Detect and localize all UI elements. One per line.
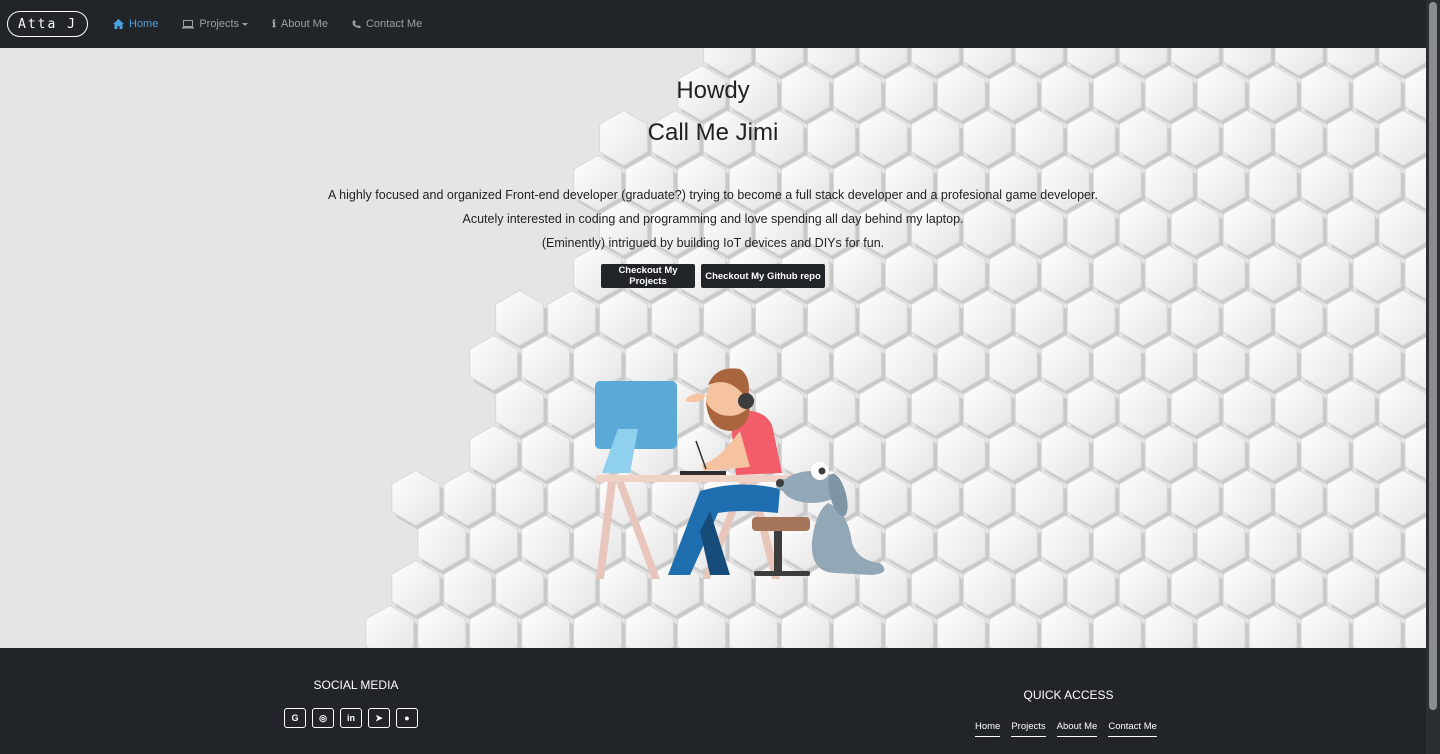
hero-section: Howdy Call Me Jimi A highly focused and … <box>0 48 1426 648</box>
info-icon: ℹ <box>272 18 276 30</box>
chair-seat <box>752 517 810 531</box>
nav-about-label: About Me <box>280 18 328 30</box>
nav-contact-label: Contact Me <box>365 18 423 30</box>
quick-access-links: Home Projects About Me Contact Me <box>975 721 1157 737</box>
linkedin-icon[interactable]: in <box>340 708 362 728</box>
scrollbar-thumb[interactable] <box>1429 2 1437 710</box>
hero-line-1: A highly focused and organized Front-end… <box>328 188 1098 202</box>
nav-contact[interactable]: Contact Me <box>352 18 422 30</box>
hero-line-3: (Eminently) intrigued by building IoT de… <box>541 236 885 250</box>
social-icons: G ◎ in ➤ ● <box>284 708 418 728</box>
developer-illustration <box>595 368 885 579</box>
hero-name: Call Me Jimi <box>647 119 779 146</box>
desk-top <box>596 475 796 482</box>
phone-icon <box>352 20 361 29</box>
quick-link-contact[interactable]: Contact Me <box>1108 721 1157 737</box>
nav-projects[interactable]: Projects <box>182 18 249 30</box>
social-media-title: SOCIAL MEDIA <box>313 678 399 692</box>
quick-link-projects[interactable]: Projects <box>1011 721 1046 737</box>
quick-link-home[interactable]: Home <box>975 721 1001 737</box>
home-icon <box>112 19 124 29</box>
headphones <box>738 393 754 409</box>
hero-line-2: Acutely interested in coding and program… <box>462 212 964 226</box>
scrollbar[interactable] <box>1426 0 1440 754</box>
github-icon[interactable]: ● <box>396 708 418 728</box>
telegram-icon[interactable]: ➤ <box>368 708 390 728</box>
nav-about[interactable]: ℹ About Me <box>272 18 328 30</box>
nav-home-label: Home <box>128 18 159 30</box>
projects-button[interactable]: Checkout My Projects <box>601 264 695 288</box>
chevron-down-icon <box>242 22 249 26</box>
hero-greeting: Howdy <box>676 77 750 104</box>
github-button[interactable]: Checkout My Github repo <box>701 264 825 288</box>
laptop-icon <box>182 19 195 29</box>
quick-link-about[interactable]: About Me <box>1056 721 1098 737</box>
dog-body <box>811 503 885 575</box>
footer: SOCIAL MEDIA G ◎ in ➤ ● QUICK ACCESS Hom… <box>0 648 1426 754</box>
nav-home[interactable]: Home <box>112 18 159 30</box>
nav-projects-label: Projects <box>199 18 240 30</box>
instagram-icon[interactable]: ◎ <box>312 708 334 728</box>
google-icon[interactable]: G <box>284 708 306 728</box>
brand-logo[interactable]: Atta J <box>7 11 88 37</box>
quick-access-title: QUICK ACCESS <box>1023 688 1114 702</box>
navbar: Atta J Home Projects ℹ About Me Contact … <box>0 0 1426 48</box>
